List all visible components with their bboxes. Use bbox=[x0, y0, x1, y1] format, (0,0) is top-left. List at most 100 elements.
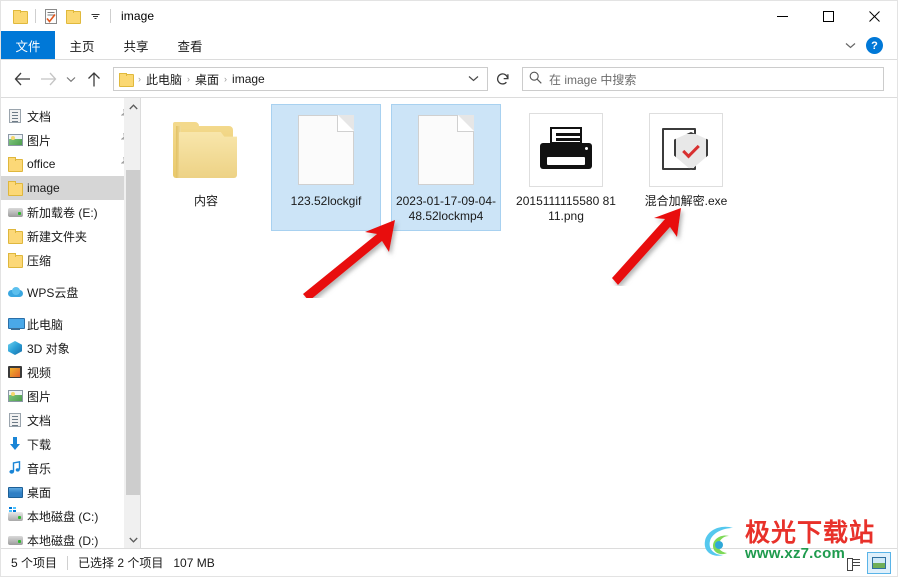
scroll-up-icon[interactable] bbox=[125, 98, 140, 115]
sidebar-item-label: 图片 bbox=[27, 389, 52, 404]
sidebar-gap-2 bbox=[1, 304, 140, 312]
desktop-icon bbox=[7, 484, 23, 500]
tab-home[interactable]: 主页 bbox=[55, 31, 109, 59]
sidebar-item-downloads[interactable]: 下载 bbox=[1, 432, 140, 456]
file-name-label: 2015111115580 8111.png bbox=[516, 194, 616, 223]
item-count-label: 5 个项目 bbox=[11, 556, 58, 570]
breadcrumb-image[interactable]: image bbox=[228, 72, 269, 86]
file-list-pane[interactable]: 内容 123.52lockgif 2023-01-17-09-04-48.52l… bbox=[140, 98, 897, 548]
sidebar-item-image[interactable]: image bbox=[1, 176, 140, 200]
tab-file[interactable]: 文件 bbox=[1, 31, 55, 59]
address-folder-icon bbox=[119, 73, 134, 87]
folder-icon bbox=[7, 228, 23, 244]
sidebar-item-this-pc[interactable]: 此电脑 bbox=[1, 312, 140, 336]
file-grid: 内容 123.52lockgif 2023-01-17-09-04-48.52l… bbox=[151, 104, 897, 231]
new-folder-icon[interactable] bbox=[62, 5, 84, 27]
sidebar-item-label: 视频 bbox=[27, 365, 52, 380]
folder-icon bbox=[7, 252, 23, 268]
sidebar-item-label: 文档 bbox=[27, 413, 52, 428]
sidebar-item-music[interactable]: 音乐 bbox=[1, 456, 140, 480]
recent-locations-icon[interactable] bbox=[61, 66, 81, 92]
scrollbar-thumb[interactable] bbox=[126, 170, 140, 495]
maximize-button[interactable] bbox=[805, 1, 851, 31]
details-view-icon[interactable] bbox=[841, 552, 865, 574]
sidebar-item-3d-objects[interactable]: 3D 对象 bbox=[1, 336, 140, 360]
sidebar-item-desktop[interactable]: 桌面 bbox=[1, 480, 140, 504]
sidebar-item-compressed[interactable]: 压缩 bbox=[1, 248, 140, 272]
pictures-icon bbox=[7, 132, 23, 148]
navigation-pane: 文档 图片 office image 新加载卷 (E:) 新建文件夹 压缩 WP… bbox=[1, 98, 140, 548]
generic-file-icon bbox=[287, 109, 365, 191]
address-bar[interactable]: › 此电脑 › 桌面 › image bbox=[113, 67, 488, 91]
sidebar-item-videos[interactable]: 视频 bbox=[1, 360, 140, 384]
drive-icon bbox=[7, 204, 23, 220]
refresh-button[interactable] bbox=[490, 67, 516, 91]
folder-icon[interactable] bbox=[9, 5, 31, 27]
sidebar-scrollbar[interactable] bbox=[124, 98, 140, 548]
breadcrumb-this-pc[interactable]: 此电脑 bbox=[142, 71, 186, 88]
up-button[interactable] bbox=[81, 66, 107, 92]
sidebar-item-label: 本地磁盘 (D:) bbox=[27, 533, 99, 548]
music-icon bbox=[7, 460, 23, 476]
sidebar-item-pictures-quick[interactable]: 图片 bbox=[1, 128, 140, 152]
search-input[interactable]: 在 image 中搜索 bbox=[522, 67, 884, 91]
sidebar-item-local-disk-c[interactable]: 本地磁盘 (C:) bbox=[1, 504, 140, 528]
sidebar-item-pictures[interactable]: 图片 bbox=[1, 384, 140, 408]
sidebar-item-documents-quick[interactable]: 文档 bbox=[1, 104, 140, 128]
sidebar-item-wps-cloud[interactable]: WPS云盘 bbox=[1, 280, 140, 304]
search-icon bbox=[529, 71, 542, 87]
sidebar-item-new-folder[interactable]: 新建文件夹 bbox=[1, 224, 140, 248]
selection-size-label: 107 MB bbox=[173, 555, 215, 570]
sidebar-item-documents[interactable]: 文档 bbox=[1, 408, 140, 432]
file-item-mp4[interactable]: 2023-01-17-09-04-48.52lockmp4 bbox=[391, 104, 501, 231]
address-dropdown-icon[interactable] bbox=[468, 74, 485, 85]
sidebar-item-label: 本地磁盘 (C:) bbox=[27, 509, 99, 524]
sidebar-item-new-volume-e[interactable]: 新加载卷 (E:) bbox=[1, 200, 140, 224]
content-area: 文档 图片 office image 新加载卷 (E:) 新建文件夹 压缩 WP… bbox=[1, 97, 897, 548]
minimize-button[interactable] bbox=[759, 1, 805, 31]
sidebar-item-label: 文档 bbox=[27, 109, 52, 124]
scroll-down-icon[interactable] bbox=[125, 531, 140, 548]
customize-dropdown-icon[interactable] bbox=[84, 5, 106, 27]
sidebar-item-label: 压缩 bbox=[27, 253, 52, 268]
close-button[interactable] bbox=[851, 1, 897, 31]
sidebar-item-label: 新建文件夹 bbox=[27, 229, 88, 244]
drive-icon bbox=[7, 532, 23, 548]
back-button[interactable] bbox=[9, 66, 35, 92]
tab-share[interactable]: 共享 bbox=[109, 31, 163, 59]
sidebar-item-local-disk-d[interactable]: 本地磁盘 (D:) bbox=[1, 528, 140, 548]
file-item-gif[interactable]: 123.52lockgif bbox=[271, 104, 381, 231]
sidebar-item-label: WPS云盘 bbox=[27, 285, 79, 300]
sidebar-item-label: 桌面 bbox=[27, 485, 52, 500]
chevron-down-icon[interactable] bbox=[842, 38, 858, 54]
sidebar-item-label: 新加载卷 (E:) bbox=[27, 205, 98, 220]
sidebar-item-office[interactable]: office bbox=[1, 152, 140, 176]
sidebar-item-label: 图片 bbox=[27, 133, 52, 148]
file-item-folder[interactable]: 内容 bbox=[151, 104, 261, 231]
folder-icon bbox=[7, 180, 23, 196]
sidebar-item-label: 3D 对象 bbox=[27, 341, 70, 356]
shield-document-icon bbox=[647, 109, 725, 191]
sidebar-gap-1 bbox=[1, 272, 140, 280]
breadcrumb-desktop[interactable]: 桌面 bbox=[191, 71, 223, 88]
title-bar: image bbox=[1, 1, 897, 31]
thumbnail-view-icon[interactable] bbox=[867, 552, 891, 574]
forward-button[interactable] bbox=[35, 66, 61, 92]
window-controls bbox=[759, 1, 897, 31]
file-item-png[interactable]: 2015111115580 8111.png bbox=[511, 104, 621, 231]
system-drive-icon bbox=[7, 506, 23, 524]
window-title: image bbox=[121, 9, 155, 23]
search-placeholder: 在 image 中搜索 bbox=[549, 72, 637, 87]
status-divider bbox=[67, 555, 69, 570]
properties-icon[interactable] bbox=[40, 5, 62, 27]
pictures-icon bbox=[7, 388, 23, 404]
document-icon bbox=[7, 108, 23, 124]
file-item-exe[interactable]: 混合加解密.exe bbox=[631, 104, 741, 231]
cloud-icon bbox=[7, 284, 23, 300]
folder-icon bbox=[7, 156, 23, 172]
ribbon-tab-bar: 文件 主页 共享 查看 ? bbox=[1, 31, 897, 60]
navigation-bar: › 此电脑 › 桌面 › image 在 image 中搜索 bbox=[1, 61, 897, 97]
help-icon[interactable]: ? bbox=[866, 37, 883, 54]
tab-view[interactable]: 查看 bbox=[163, 31, 217, 59]
folder-large-icon bbox=[167, 109, 245, 191]
